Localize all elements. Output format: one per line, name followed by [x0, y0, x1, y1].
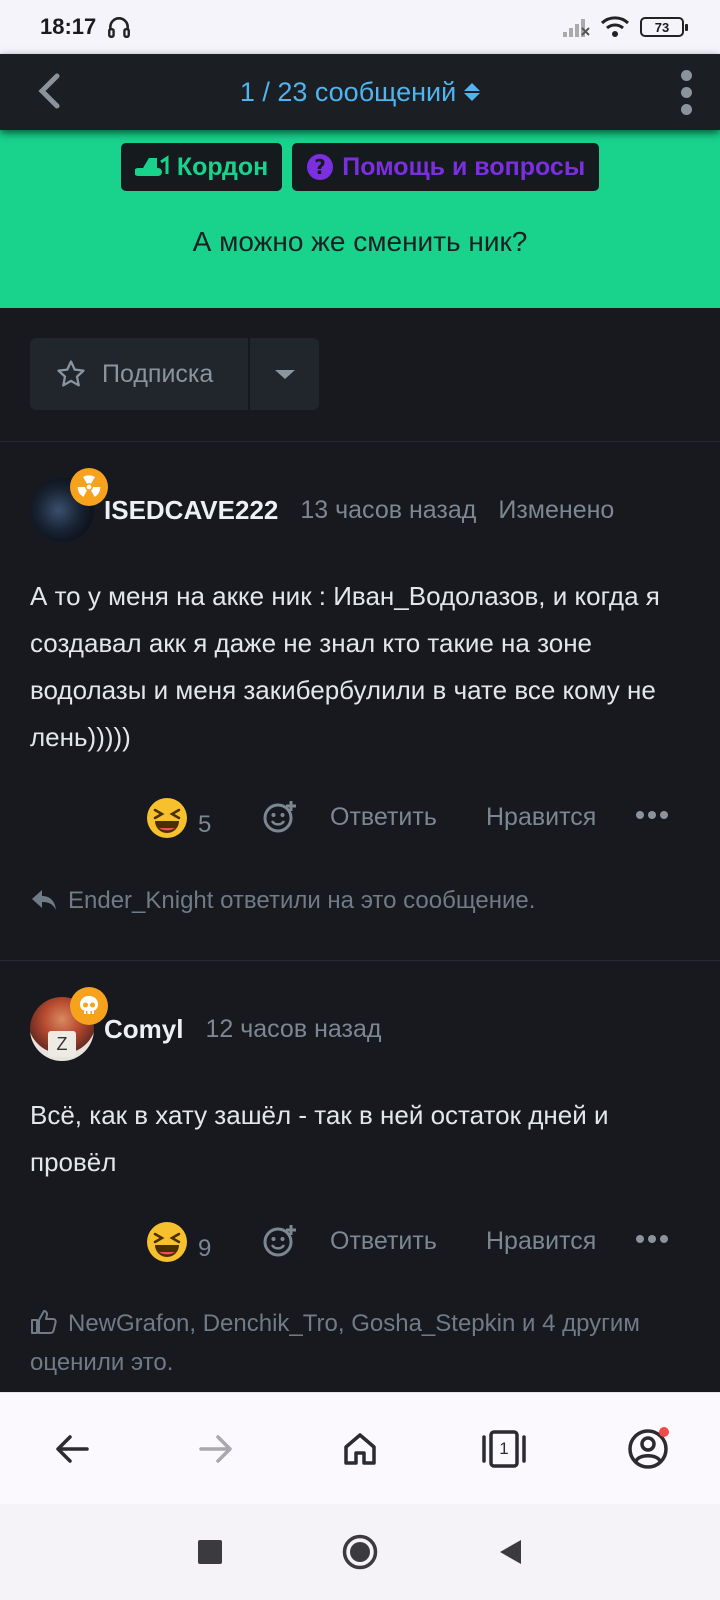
back-nav-button[interactable] [490, 1532, 530, 1572]
browser-forward-button[interactable] [190, 1423, 242, 1475]
circle-icon [342, 1534, 378, 1570]
tab-count: 1 [499, 1439, 509, 1458]
tag-label: Помощь и вопросы [342, 152, 586, 181]
chevron-left-icon [38, 73, 60, 109]
recents-button[interactable] [190, 1532, 230, 1572]
arrow-left-icon [56, 1435, 89, 1463]
subscribe-button[interactable]: Подписка [30, 338, 248, 410]
post-time[interactable]: 12 часов назад [205, 1015, 381, 1044]
browser-back-button[interactable] [46, 1423, 98, 1475]
star-icon [57, 360, 85, 387]
status-bar: 18:17 73 [0, 0, 720, 54]
laughing-emoji-icon[interactable] [146, 797, 188, 839]
avatar[interactable] [30, 468, 108, 542]
subscribe-dropdown[interactable] [248, 338, 319, 410]
bulldozer-icon [134, 155, 169, 176]
question-circle-icon: ? [307, 154, 334, 180]
home-icon [344, 1433, 376, 1465]
home-nav-button[interactable] [340, 1532, 380, 1572]
post-actions: 9 Ответить Нравится [0, 1221, 720, 1271]
tag-help[interactable]: ? Помощь и вопросы [292, 143, 600, 191]
replies-note-text: Ender_Knight ответили на это сообщение. [68, 887, 536, 914]
post-body: А то у меня на акке ник : Иван_Водолазов… [30, 581, 660, 752]
square-icon [198, 1540, 222, 1564]
post-header: ISEDCAVE222 13 часов назад Изменено [30, 468, 614, 543]
username[interactable]: Comyl [104, 1014, 183, 1045]
post-time[interactable]: 13 часов назад [300, 496, 476, 525]
more-menu-button[interactable] [666, 64, 706, 120]
sort-arrows-icon [464, 83, 481, 101]
back-button[interactable] [24, 66, 74, 116]
radiation-icon [70, 468, 108, 506]
signal-icon [563, 19, 590, 37]
tag-kordon[interactable]: Кордон [120, 143, 283, 191]
thread-header: Кордон ? Помощь и вопросы А можно же сме… [0, 130, 720, 308]
likes-note-text: NewGrafon, Denchik_Tro, Gosha_Stepkin и … [30, 1310, 640, 1376]
thumbs-up-icon [31, 1310, 57, 1334]
edited-label[interactable]: Изменено [498, 496, 614, 525]
tag-label: Кордон [176, 152, 269, 181]
caret-down-icon [274, 369, 295, 379]
browser-home-button[interactable] [334, 1423, 386, 1475]
more-actions-button[interactable] [636, 1235, 668, 1243]
reply-button[interactable]: Ответить [330, 803, 437, 832]
add-reaction-icon[interactable] [262, 1223, 298, 1259]
more-actions-button[interactable] [636, 811, 668, 819]
reply-arrow-icon [32, 890, 56, 910]
browser-tabs-button[interactable]: 1 [478, 1423, 530, 1475]
page-counter: 1 / 23 сообщений [239, 76, 457, 107]
system-navigation-bar [0, 1504, 720, 1600]
like-button[interactable]: Нравится [486, 803, 596, 832]
arrow-right-icon [199, 1435, 232, 1463]
divider [0, 441, 720, 442]
likes-note[interactable]: NewGrafon, Denchik_Tro, Gosha_Stepkin и … [30, 1304, 694, 1382]
triangle-back-icon [500, 1540, 521, 1564]
battery-indicator: 73 [640, 17, 688, 37]
add-reaction-icon[interactable] [262, 799, 298, 835]
replies-note[interactable]: Ender_Knight ответили на это сообщение. [30, 881, 694, 920]
avatar-shirt-letter: Z [48, 1031, 76, 1057]
like-button[interactable]: Нравится [486, 1227, 596, 1256]
subscribe-control: Подписка [30, 338, 319, 410]
skull-icon [70, 987, 108, 1025]
browser-profile-button[interactable] [622, 1423, 674, 1475]
thread-title: А можно же сменить ник? [192, 226, 528, 257]
svg-text:?: ? [314, 155, 326, 179]
browser-toolbar: 1 [0, 1392, 720, 1504]
headphones-icon [108, 17, 131, 38]
thread-tags: Кордон ? Помощь и вопросы [0, 143, 720, 191]
status-time: 18:17 [40, 14, 97, 39]
reply-button[interactable]: Ответить [330, 1227, 437, 1256]
laughing-emoji-icon[interactable] [146, 1221, 188, 1263]
subscribe-label: Подписка [102, 359, 214, 388]
post-header: Z Comyl 12 часов назад [30, 987, 381, 1062]
reaction-count[interactable]: 9 [198, 1235, 211, 1263]
avatar[interactable]: Z [30, 987, 108, 1061]
top-navigation: 1 / 23 сообщений [0, 54, 720, 130]
profile-icon [628, 1427, 669, 1469]
divider [0, 960, 720, 961]
username[interactable]: ISEDCAVE222 [104, 495, 278, 526]
page-selector[interactable]: 1 / 23 сообщений [0, 77, 720, 108]
post-body: Всё, как в хату зашёл - так в ней остато… [30, 1100, 609, 1177]
wifi-icon [600, 16, 630, 37]
post-actions: 5 Ответить Нравится [0, 797, 720, 847]
reaction-count[interactable]: 5 [198, 811, 211, 839]
